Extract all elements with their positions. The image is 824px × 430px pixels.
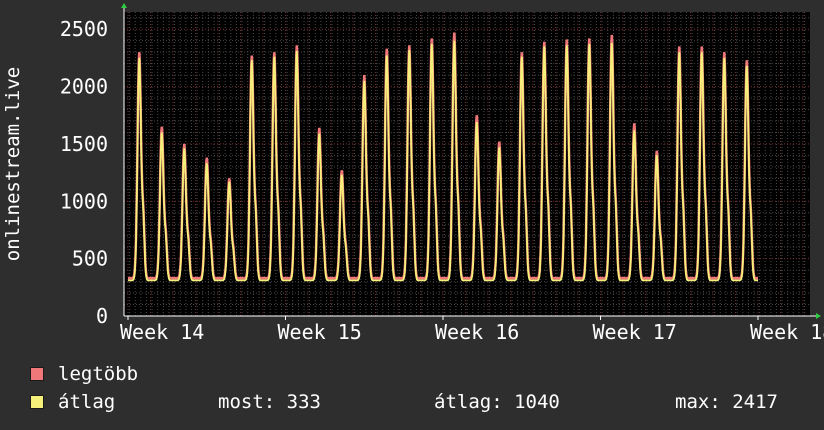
stat-atlag-value: 1040 [514, 391, 560, 413]
y-axis-arrow [121, 3, 127, 8]
y-tick-label: 1000 [60, 189, 108, 213]
x-tick-label: Week 16 [435, 320, 519, 344]
legend-item-atlag: átlag [30, 390, 115, 414]
stat-max-value: 2417 [732, 391, 778, 413]
stat-most-value: 333 [286, 391, 321, 413]
stat-max: max: 2417 [675, 390, 778, 414]
y-tick-label: 500 [72, 247, 108, 271]
y-tick-label: 2500 [60, 17, 108, 41]
x-tick-label: Week 14 [120, 320, 204, 344]
legend-label-legtobb: legtöbb [58, 363, 139, 385]
y-tick-label: 0 [96, 304, 108, 328]
stat-most-label: most: [218, 391, 276, 413]
x-axis-arrow [816, 313, 821, 319]
y-tick-label: 2000 [60, 75, 108, 99]
legend-item-legtobb: legtöbb [30, 362, 138, 386]
stat-most: most: 333 [218, 390, 321, 414]
legend-label-atlag: átlag [58, 391, 116, 413]
x-tick-label: Week 15 [278, 320, 362, 344]
legend-swatch-legtobb [30, 367, 44, 381]
y-axis-label: onlinestream.live [2, 67, 24, 261]
x-tick-label: Week 17 [593, 320, 677, 344]
stat-max-label: max: [675, 391, 721, 413]
legend-swatch-atlag [30, 395, 44, 409]
y-tick-label: 1500 [60, 132, 108, 156]
stat-atlag-label: átlag: [434, 391, 503, 413]
stat-atlag: átlag: 1040 [434, 390, 560, 414]
x-tick-label: Week 18 [750, 320, 824, 344]
